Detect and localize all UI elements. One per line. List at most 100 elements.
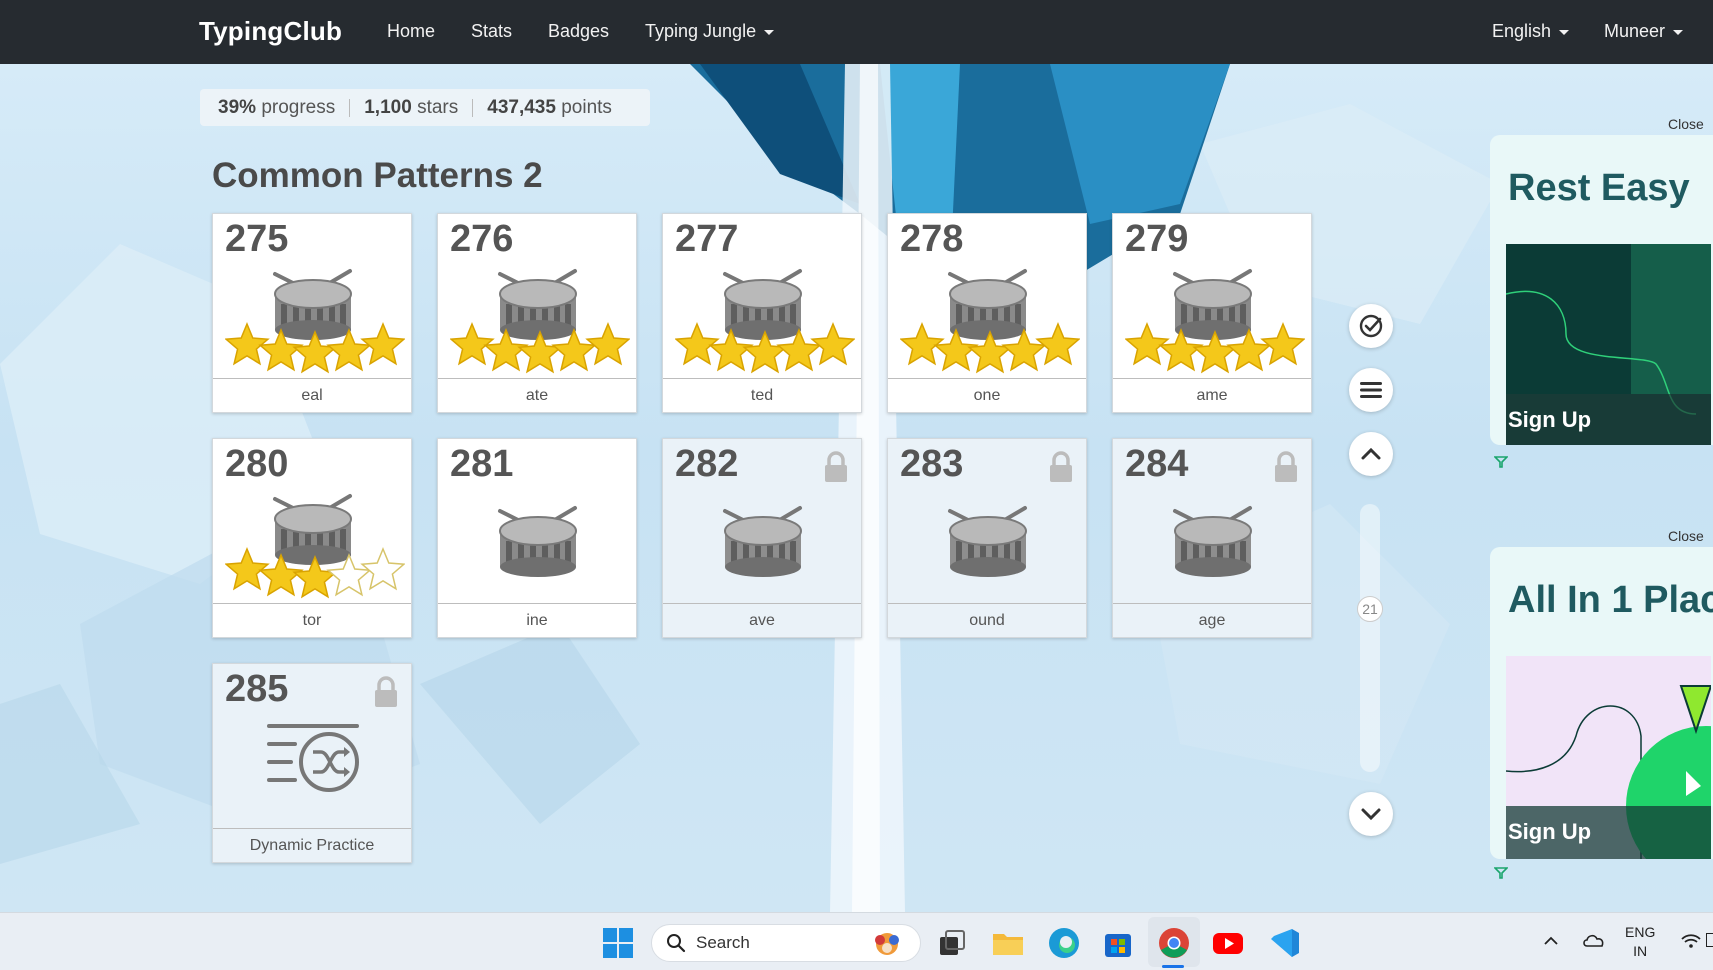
ad-close-link[interactable]: Close (1668, 528, 1704, 544)
star-rating (449, 322, 631, 374)
lesson-card[interactable]: 285 Dynamic Practice (212, 663, 412, 863)
lock-icon (1275, 451, 1297, 482)
ad-signup-button[interactable]: Sign Up (1508, 819, 1591, 845)
chevron-down-icon (1361, 808, 1381, 821)
star-icon (258, 553, 304, 597)
language-dropdown[interactable]: English (1492, 21, 1570, 42)
progress-label: progress (261, 96, 336, 118)
star-icon (483, 328, 529, 372)
stars-label: stars (417, 96, 459, 118)
level-scrollbar[interactable] (1360, 504, 1380, 772)
search-label: Search (696, 933, 750, 952)
star-rating (224, 322, 406, 374)
lesson-label: Dynamic Practice (213, 828, 411, 862)
user-menu[interactable]: Muneer (1604, 21, 1684, 42)
lesson-label: ave (663, 603, 861, 637)
divider (349, 98, 351, 117)
file-explorer-icon[interactable] (990, 925, 1026, 961)
ad-title: Rest Easy (1508, 167, 1690, 209)
lesson-label: ound (888, 603, 1086, 637)
lesson-card[interactable]: 279 ame (1112, 213, 1312, 413)
star-icon (810, 322, 856, 366)
scroll-up-button[interactable] (1349, 432, 1393, 476)
active-app-indicator (1162, 965, 1184, 968)
star-rating (674, 322, 856, 374)
search-highlight-icon (875, 933, 899, 955)
ad-close-link[interactable]: Close (1668, 116, 1704, 132)
star-icon (1035, 322, 1081, 366)
wifi-icon[interactable] (1680, 931, 1702, 951)
ad-choices-icon[interactable] (1494, 455, 1508, 469)
taskbar-search[interactable]: Search (651, 924, 921, 962)
user-name: Muneer (1604, 21, 1666, 41)
nav-stats[interactable]: Stats (471, 21, 512, 42)
lesson-card[interactable]: 276 ate (437, 213, 637, 413)
star-icon (585, 322, 631, 366)
lesson-card[interactable]: 277 ted (662, 213, 862, 413)
chrome-browser-icon[interactable] (1156, 925, 1192, 961)
lesson-number: 282 (675, 443, 739, 485)
vscode-icon[interactable] (1266, 925, 1302, 961)
star-icon (1001, 328, 1047, 372)
star-icon (292, 555, 338, 599)
stars-count: 1,100 (364, 96, 412, 118)
task-view-icon[interactable] (934, 925, 970, 961)
chevron-down-icon (764, 29, 775, 35)
star-icon (742, 330, 788, 374)
windows-start-icon[interactable] (600, 925, 636, 961)
lesson-number: 275 (225, 218, 289, 260)
ad-choices-icon[interactable] (1494, 866, 1508, 880)
nav-badges[interactable]: Badges (548, 21, 609, 42)
star-icon (224, 322, 270, 366)
lesson-label: one (888, 378, 1086, 412)
lock-icon (825, 451, 847, 482)
chevron-down-icon (1673, 29, 1684, 35)
lesson-card[interactable]: 284 age (1112, 438, 1312, 638)
completed-filter-button[interactable] (1349, 304, 1393, 348)
progress-percent: 39% (218, 96, 257, 118)
star-rating (224, 547, 406, 599)
scroll-position[interactable]: 21 (1357, 596, 1383, 622)
menu-icon (1360, 382, 1382, 398)
nav-home[interactable]: Home (387, 21, 435, 42)
lesson-label: age (1113, 603, 1311, 637)
star-icon (258, 328, 304, 372)
search-icon (667, 934, 686, 953)
battery-icon[interactable] (1706, 933, 1713, 947)
language-indicator[interactable]: ENG IN (1625, 923, 1655, 961)
menu-button[interactable] (1349, 368, 1393, 412)
star-icon (1158, 328, 1204, 372)
star-icon (674, 322, 720, 366)
lesson-label: ame (1113, 378, 1311, 412)
lesson-number: 279 (1125, 218, 1189, 260)
chevron-up-icon[interactable] (1543, 935, 1559, 947)
language-label: English (1492, 21, 1552, 41)
star-icon (1260, 322, 1306, 366)
lesson-label: ate (438, 378, 636, 412)
chevron-up-icon (1361, 447, 1381, 460)
scroll-down-button[interactable] (1349, 792, 1393, 836)
ad-signup-button[interactable]: Sign Up (1508, 407, 1591, 433)
ad-banner-rest-easy[interactable]: Rest Easy Sign Up (1490, 135, 1713, 445)
microsoft-store-icon[interactable] (1100, 925, 1136, 961)
edge-browser-icon[interactable] (1046, 925, 1082, 961)
ad-banner-all-in-one[interactable]: All In 1 Plac Sign Up (1490, 547, 1713, 859)
lesson-label: tor (213, 603, 411, 637)
star-icon (449, 322, 495, 366)
star-icon (1192, 330, 1238, 374)
youtube-icon[interactable] (1210, 925, 1246, 961)
nav-typing-jungle[interactable]: Typing Jungle (645, 21, 775, 42)
lesson-card[interactable]: 278 one (887, 213, 1087, 413)
lesson-card[interactable]: 275 eal (212, 213, 412, 413)
lesson-card[interactable]: 280 tor (212, 438, 412, 638)
onedrive-cloud-icon[interactable] (1582, 931, 1606, 949)
lesson-number: 281 (450, 443, 514, 485)
section-title: Common Patterns 2 (212, 156, 543, 195)
lesson-card[interactable]: 282 ave (662, 438, 862, 638)
progress-summary: 39% progress 1,100 stars 437,435 points (200, 89, 650, 126)
lesson-card[interactable]: 283 ound (887, 438, 1087, 638)
lesson-card[interactable]: 281 ine (437, 438, 637, 638)
chevron-down-icon (1559, 29, 1570, 35)
brand-logo[interactable]: TypingClub (199, 16, 342, 47)
points-label: points (561, 96, 612, 118)
